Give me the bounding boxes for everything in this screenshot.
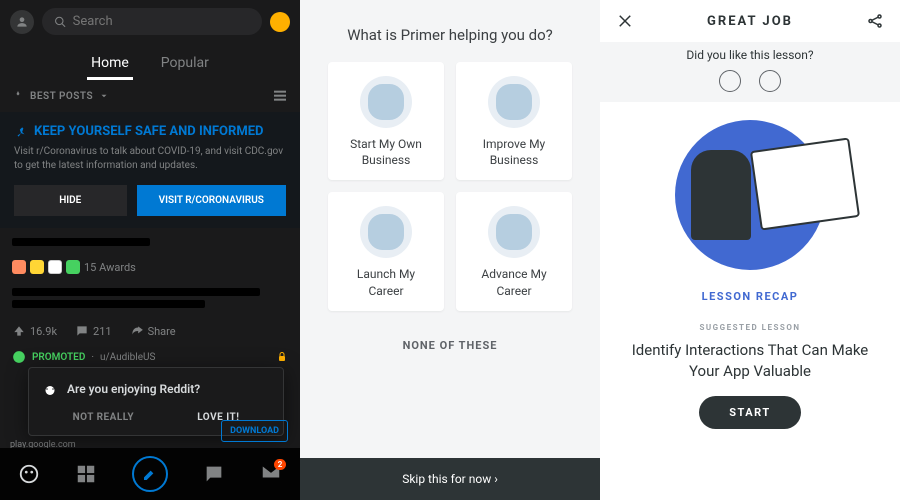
card-illustration (488, 76, 540, 128)
hide-button[interactable]: HIDE (14, 185, 127, 216)
comments-button[interactable]: 211 (75, 324, 112, 338)
not-really-button[interactable]: NOT REALLY (73, 412, 135, 423)
visit-button[interactable]: VISIT R/CORONAVIRUS (137, 185, 287, 216)
nav-grid-icon[interactable] (75, 463, 97, 485)
avatar[interactable] (10, 10, 34, 34)
download-button[interactable]: DOWNLOAD (221, 420, 288, 442)
snoo-icon (41, 380, 59, 398)
reddit-screen: Home Popular BEST POSTS KEEP YOURSELF SA… (0, 0, 300, 500)
rocket-icon (12, 90, 24, 102)
award-icon (30, 260, 44, 274)
nav-chat-icon[interactable] (203, 463, 225, 485)
suggested-label: SUGGESTED LESSON (600, 323, 900, 332)
inbox-badge: 2 (274, 459, 287, 470)
coin-icon[interactable] (270, 12, 290, 32)
start-button[interactable]: START (699, 396, 800, 429)
upvote-button[interactable]: 16.9k (12, 324, 57, 338)
search-bar[interactable] (42, 8, 262, 35)
rating-prompt-text: Are you enjoying Reddit? (67, 382, 200, 396)
search-input[interactable] (73, 14, 250, 29)
awards-row[interactable]: 15 Awards (0, 256, 300, 278)
card-illustration (360, 206, 412, 258)
card-improve-business[interactable]: Improve My Business (456, 62, 572, 180)
promoted-user: u/AudibleUS (100, 352, 155, 363)
lesson-recap-link[interactable]: LESSON RECAP (600, 278, 900, 323)
award-icon (66, 260, 80, 274)
primer-onboarding-screen: What is Primer helping you do? Start My … (300, 0, 600, 500)
award-icon (48, 260, 62, 274)
awards-count: 15 Awards (84, 261, 136, 274)
banner-body: Visit r/Coronavirus to talk about COVID-… (14, 145, 286, 173)
sort-row[interactable]: BEST POSTS (0, 80, 300, 112)
search-icon (54, 15, 67, 29)
skip-button[interactable]: Skip this for now › (300, 458, 600, 500)
hero-illustration (600, 102, 900, 278)
share-button[interactable]: Share (130, 324, 176, 338)
suggested-title: Identify Interactions That Can Make Your… (600, 332, 900, 396)
tab-popular[interactable]: Popular (157, 49, 213, 80)
nav-home-icon[interactable] (18, 463, 40, 485)
card-advance-career[interactable]: Advance My Career (456, 192, 572, 310)
card-illustration (488, 206, 540, 258)
banner-title: KEEP YOURSELF SAFE AND INFORMED (14, 124, 286, 139)
feed-tabs: Home Popular (0, 43, 300, 80)
close-icon[interactable] (616, 12, 634, 30)
sad-face-button[interactable] (719, 70, 741, 92)
award-icon (12, 260, 26, 274)
feedback-row: Did you like this lesson? (600, 42, 900, 102)
top-bar: GREAT JOB (600, 0, 900, 42)
tab-home[interactable]: Home (87, 49, 133, 80)
top-bar (0, 0, 300, 43)
feedback-question: Did you like this lesson? (600, 48, 900, 62)
card-illustration (360, 76, 412, 128)
post-actions: 16.9k 211 Share (0, 318, 300, 344)
card-launch-career[interactable]: Launch My Career (328, 192, 444, 310)
page-title: GREAT JOB (707, 14, 793, 29)
promoted-badge: PROMOTED (32, 352, 85, 363)
view-mode-icon[interactable] (272, 88, 288, 104)
announcement-banner: KEEP YOURSELF SAFE AND INFORMED Visit r/… (0, 112, 300, 228)
onboarding-question: What is Primer helping you do? (300, 0, 600, 62)
happy-face-button[interactable] (759, 70, 781, 92)
compose-button[interactable] (132, 456, 168, 492)
nav-inbox[interactable]: 2 (260, 461, 282, 487)
sort-label: BEST POSTS (30, 91, 93, 102)
post[interactable] (0, 228, 300, 256)
lock-icon (276, 351, 288, 363)
chevron-down-icon (99, 91, 109, 101)
bottom-nav: 2 (0, 448, 300, 500)
share-icon[interactable] (866, 12, 884, 30)
none-of-these-button[interactable]: NONE OF THESE (300, 311, 600, 376)
promoted-icon (12, 350, 26, 364)
pin-icon (14, 125, 28, 139)
primer-complete-screen: GREAT JOB Did you like this lesson? LESS… (600, 0, 900, 500)
card-start-business[interactable]: Start My Own Business (328, 62, 444, 180)
